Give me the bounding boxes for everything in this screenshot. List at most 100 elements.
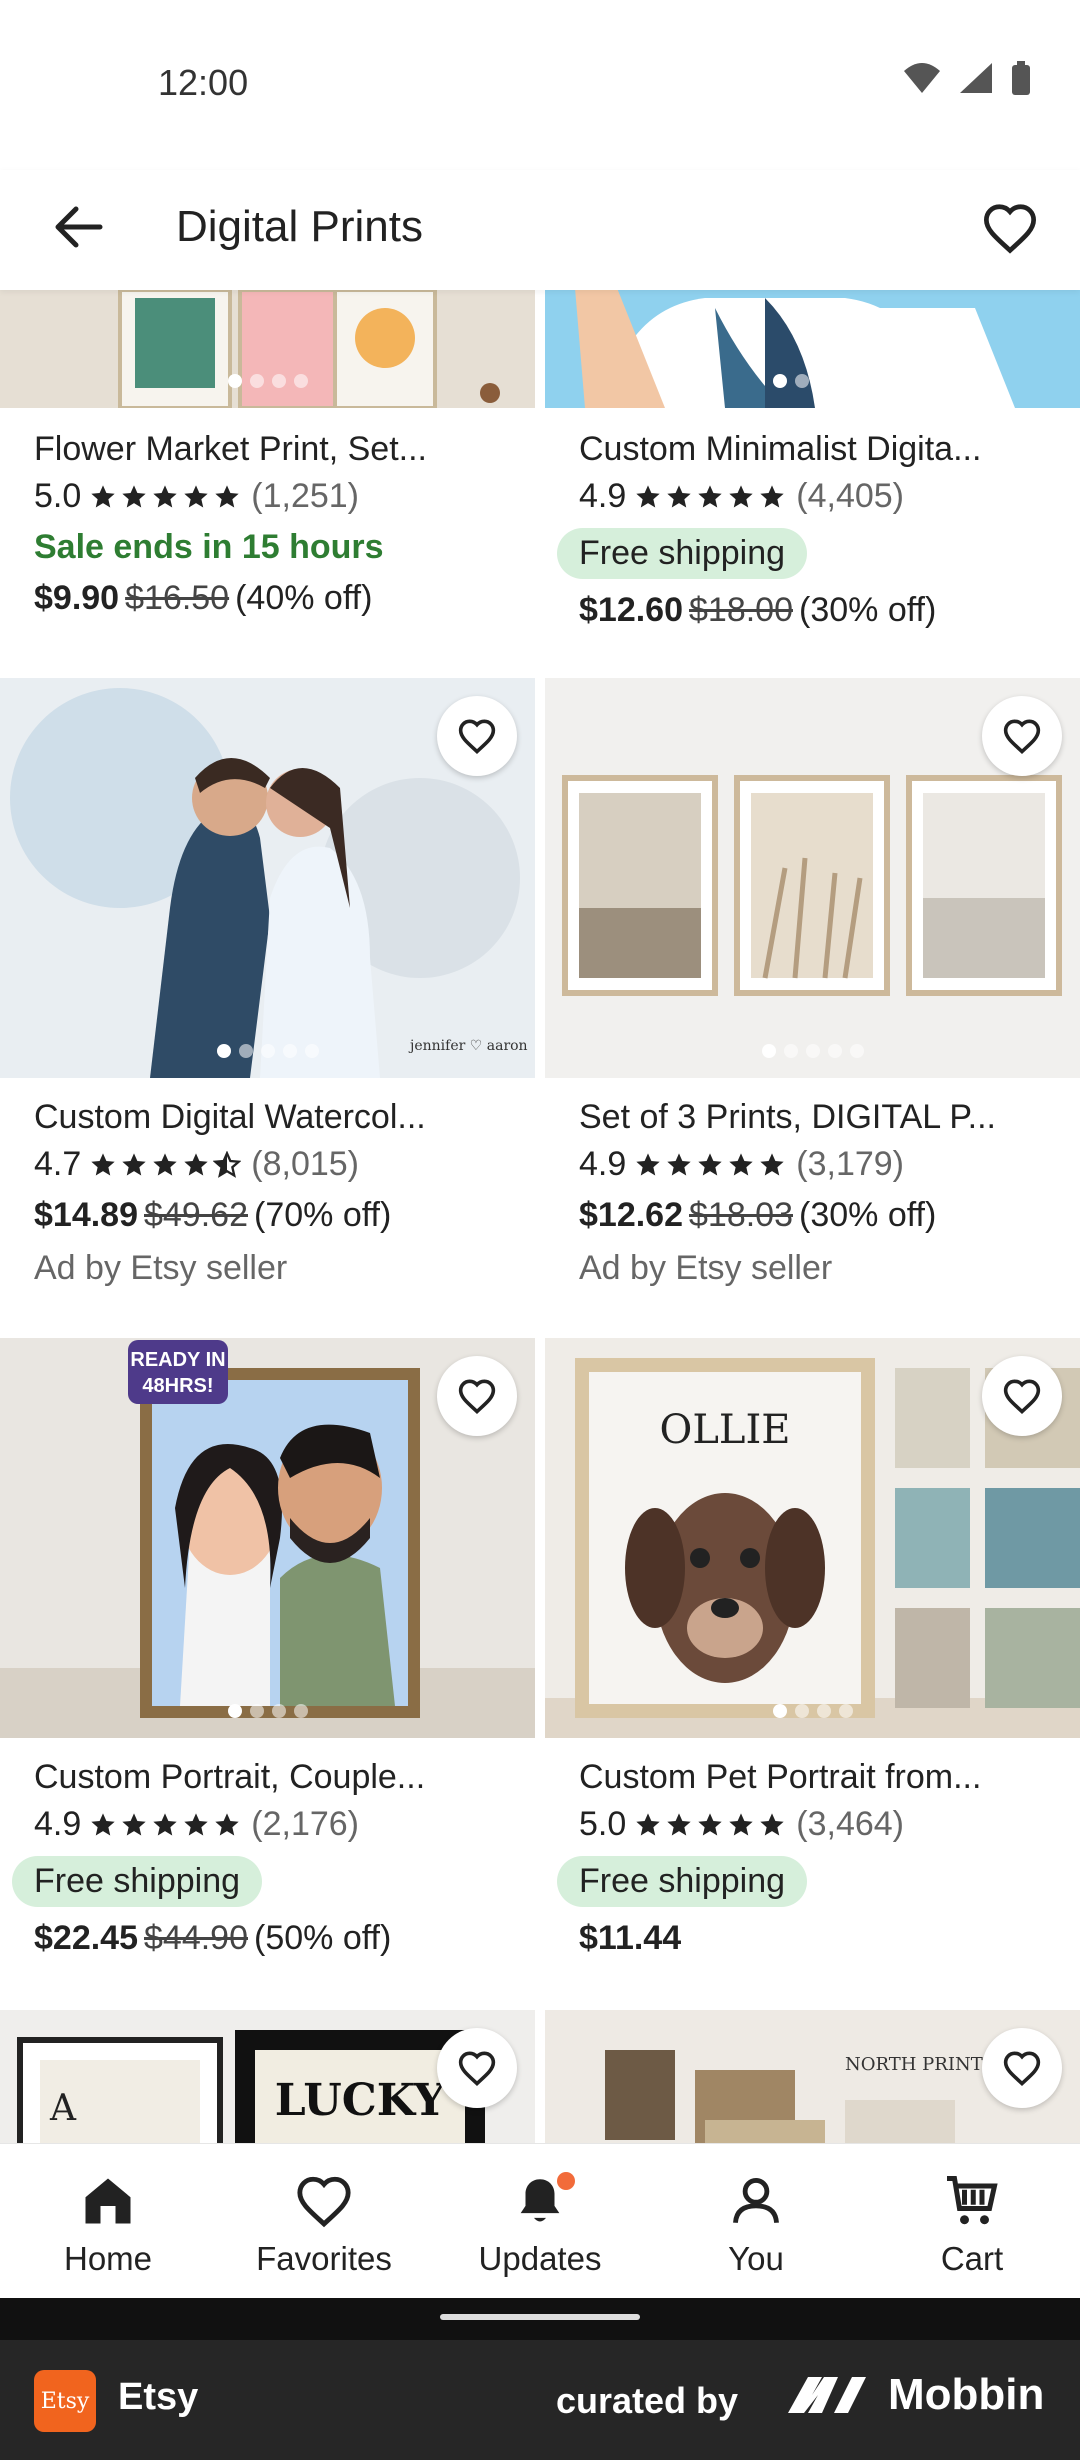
- star-icon: [636, 484, 660, 507]
- image-text: 48HRS!: [142, 1375, 213, 1397]
- product-info: Custom Portrait, Couple... 4.9 (2,176) F…: [12, 1758, 524, 1958]
- free-shipping-badge: Free shipping: [12, 1856, 263, 1907]
- star-icon: [698, 1812, 722, 1835]
- star-icon: [184, 484, 208, 507]
- star-icon: [122, 1812, 146, 1835]
- star-rating: [89, 483, 241, 511]
- favorite-search-button[interactable]: [970, 188, 1050, 268]
- favorite-button[interactable]: [437, 696, 517, 776]
- product-image[interactable]: jennifer ♡ aaron: [0, 678, 535, 1078]
- nav-home[interactable]: Home: [0, 2144, 216, 2299]
- review-count: (1,251): [251, 477, 359, 515]
- star-rating: [634, 1811, 786, 1839]
- rating-row: 4.9 (4,405): [579, 477, 1069, 516]
- image-pager: [227, 1704, 308, 1718]
- free-shipping-badge: Free shipping: [557, 1856, 808, 1907]
- discount: (30% off): [799, 1196, 937, 1234]
- home-icon: [85, 2178, 131, 2224]
- rating-value: 5.0: [34, 477, 82, 515]
- product-image[interactable]: A LUCKY: [0, 2010, 535, 2143]
- product-title: Flower Market Print, Set...: [34, 430, 427, 468]
- price-row: $22.45 $44.90 (50% off): [34, 1919, 524, 1958]
- product-card[interactable]: NORTH PRINTS: [545, 2010, 1080, 2143]
- discount: (70% off): [254, 1196, 392, 1234]
- ad-label: Ad by Etsy seller: [579, 1249, 833, 1287]
- heart-icon: [1003, 2051, 1041, 2086]
- star-icon: [760, 1152, 784, 1175]
- mobbin-logo-icon: [788, 2377, 866, 2413]
- product-image[interactable]: NORTH PRINTS: [545, 2010, 1080, 2143]
- heart-icon: [1003, 719, 1041, 754]
- product-card[interactable]: Set of 3 Prints, DIGITAL P... 4.9 (3,179…: [545, 678, 1080, 1338]
- star-icon: [91, 1152, 115, 1175]
- svg-text:A: A: [49, 2088, 77, 2129]
- product-card[interactable]: Flower Market Print, Set... 5.0 (1,251) …: [0, 290, 535, 675]
- nav-you[interactable]: You: [648, 2144, 864, 2299]
- star-icon: [729, 484, 753, 507]
- product-card[interactable]: A LUCKY: [0, 2010, 535, 2143]
- product-image[interactable]: [545, 678, 1080, 1078]
- user-icon: [733, 2178, 779, 2224]
- star-icon: [667, 484, 691, 507]
- heart-icon: [458, 1379, 496, 1414]
- product-card[interactable]: OLLIE Custom Pet Portrait from... 5.0 (3…: [545, 1338, 1080, 1998]
- heart-icon: [458, 2051, 496, 2086]
- star-icon: [122, 484, 146, 507]
- star-icon: [153, 484, 177, 507]
- star-icon: [729, 1152, 753, 1175]
- rating-value: 4.9: [34, 1805, 82, 1843]
- star-icon: [760, 1812, 784, 1835]
- app-name: Etsy: [118, 2376, 199, 2418]
- product-grid: Flower Market Print, Set... 5.0 (1,251) …: [0, 290, 1080, 2143]
- nav-favorites[interactable]: Favorites: [216, 2144, 432, 2299]
- review-count: (3,464): [796, 1805, 904, 1843]
- star-icon: [729, 1812, 753, 1835]
- favorite-button[interactable]: [982, 696, 1062, 776]
- mobbin-footer: Etsy Etsy curated by Mobbin: [0, 2340, 1080, 2460]
- original-price: $16.50: [125, 579, 230, 617]
- rating-value: 5.0: [579, 1805, 627, 1843]
- discount: (40% off): [235, 579, 373, 617]
- original-price: $18.00: [689, 591, 793, 629]
- product-image[interactable]: READY IN 48HRS!: [0, 1338, 535, 1738]
- back-button[interactable]: [44, 192, 114, 262]
- star-icon: [215, 484, 239, 507]
- discount: (30% off): [799, 591, 937, 629]
- home-handle[interactable]: [440, 2314, 640, 2320]
- image-text: READY IN: [130, 1349, 225, 1371]
- product-title: Custom Digital Watercol...: [34, 1098, 426, 1136]
- product-image[interactable]: OLLIE: [545, 1338, 1080, 1738]
- favorite-button[interactable]: [437, 2028, 517, 2108]
- nav-updates[interactable]: Updates: [432, 2144, 648, 2299]
- favorite-button[interactable]: [982, 1356, 1062, 1436]
- product-card[interactable]: READY IN 48HRS! Custom Portrait, Couple.…: [0, 1338, 535, 1998]
- price-row: $9.90 $16.50 (40% off): [34, 579, 524, 618]
- star-rating: [634, 483, 786, 511]
- nav-cart[interactable]: Cart: [864, 2144, 1080, 2299]
- original-price: $49.62: [144, 1196, 248, 1234]
- star-icon: [698, 1152, 722, 1175]
- product-card[interactable]: jennifer ♡ aaron Custom Digital Watercol…: [0, 678, 535, 1338]
- product-info: Flower Market Print, Set... 5.0 (1,251) …: [34, 430, 524, 618]
- star-icon: [153, 1152, 177, 1175]
- product-image[interactable]: [0, 290, 535, 408]
- image-text: OLLIE: [660, 1407, 791, 1453]
- arrow-left-icon: [55, 206, 103, 248]
- product-info: Set of 3 Prints, DIGITAL P... 4.9 (3,179…: [579, 1098, 1069, 1288]
- system-gesture-bar: [0, 2298, 1080, 2340]
- favorite-button[interactable]: [982, 2028, 1062, 2108]
- battery-icon: [1012, 61, 1030, 95]
- product-card[interactable]: Custom Minimalist Digita... 4.9 (4,405) …: [545, 290, 1080, 675]
- product-title: Custom Pet Portrait from...: [579, 1758, 982, 1796]
- star-icon: [760, 484, 784, 507]
- star-rating: [89, 1811, 241, 1839]
- star-icon: [636, 1152, 660, 1175]
- status-time: 12:00: [158, 62, 249, 103]
- ad-label: Ad by Etsy seller: [34, 1249, 288, 1287]
- star-icon: [184, 1812, 208, 1835]
- product-info: Custom Pet Portrait from... 5.0 (3,464) …: [557, 1758, 1069, 1958]
- favorite-button[interactable]: [437, 1356, 517, 1436]
- product-image[interactable]: [545, 290, 1080, 408]
- rating-row: 5.0 (3,464): [579, 1805, 1069, 1844]
- star-rating: [634, 1151, 786, 1179]
